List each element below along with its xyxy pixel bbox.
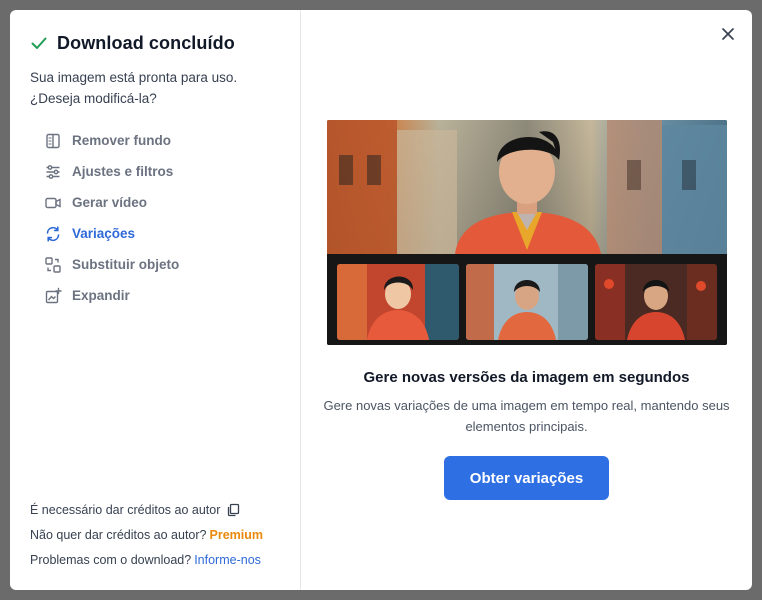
menu-item-replace-object[interactable]: Substituir objeto bbox=[44, 249, 280, 280]
premium-prefix: Não quer dar créditos ao autor? bbox=[30, 527, 207, 542]
dialog-title: Download concluído bbox=[57, 32, 235, 53]
menu-item-adjustments[interactable]: Ajustes e filtros bbox=[44, 156, 280, 187]
premium-link[interactable]: Premium bbox=[210, 528, 264, 542]
menu-item-label: Ajustes e filtros bbox=[72, 164, 174, 179]
menu-item-label: Remover fundo bbox=[72, 133, 172, 148]
right-panel: Gere novas versões da imagem em segundos… bbox=[301, 10, 752, 590]
menu-item-remove-background[interactable]: Remover fundo bbox=[44, 125, 280, 156]
sliders-icon bbox=[44, 163, 62, 181]
panel-heading: Gere novas versões da imagem em segundos bbox=[363, 369, 690, 386]
credit-row: É necessário dar créditos ao autor bbox=[30, 497, 263, 522]
variations-preview-image bbox=[327, 120, 727, 345]
expand-image-icon bbox=[44, 287, 62, 305]
dialog-header: Download concluído bbox=[30, 32, 280, 54]
variation-thumbnail bbox=[337, 264, 459, 340]
report-row: Problemas com o download? Informe-nos bbox=[30, 547, 263, 572]
refresh-icon bbox=[44, 225, 62, 243]
download-dialog: Download concluído Sua imagem está pront… bbox=[10, 10, 752, 590]
menu-item-label: Variações bbox=[72, 226, 136, 241]
get-variations-button[interactable]: Obter variações bbox=[444, 456, 609, 500]
dialog-footer: É necessário dar créditos ao autor Não q… bbox=[30, 497, 263, 572]
close-icon[interactable] bbox=[720, 26, 736, 42]
edit-options-menu: Remover fundo Ajustes e filtros Gerar ví… bbox=[30, 125, 280, 311]
panel-description: Gere novas variações de uma imagem em te… bbox=[323, 398, 730, 434]
menu-item-label: Substituir objeto bbox=[72, 257, 180, 272]
copy-icon[interactable] bbox=[226, 503, 240, 517]
menu-item-label: Gerar vídeo bbox=[72, 195, 148, 210]
replace-object-icon bbox=[44, 256, 62, 274]
credit-text: É necessário dar créditos ao autor bbox=[30, 502, 221, 517]
report-link[interactable]: Informe-nos bbox=[194, 553, 261, 567]
original-image bbox=[327, 120, 727, 254]
left-panel: Download concluído Sua imagem está pront… bbox=[10, 10, 301, 590]
menu-item-variations[interactable]: Variações bbox=[44, 218, 280, 249]
remove-background-icon bbox=[44, 132, 62, 150]
menu-item-label: Expandir bbox=[72, 288, 130, 303]
menu-item-generate-video[interactable]: Gerar vídeo bbox=[44, 187, 280, 218]
premium-row: Não quer dar créditos ao autor? Premium bbox=[30, 522, 263, 547]
menu-item-expand[interactable]: Expandir bbox=[44, 280, 280, 311]
report-prefix: Problemas com o download? bbox=[30, 552, 192, 567]
variation-thumbnail bbox=[466, 264, 588, 340]
variation-thumbnail bbox=[595, 264, 717, 340]
variations-strip bbox=[327, 254, 727, 345]
check-icon bbox=[30, 34, 48, 52]
dialog-subtitle: Sua imagem está pronta para uso. ¿Deseja… bbox=[30, 70, 238, 106]
video-camera-icon bbox=[44, 194, 62, 212]
